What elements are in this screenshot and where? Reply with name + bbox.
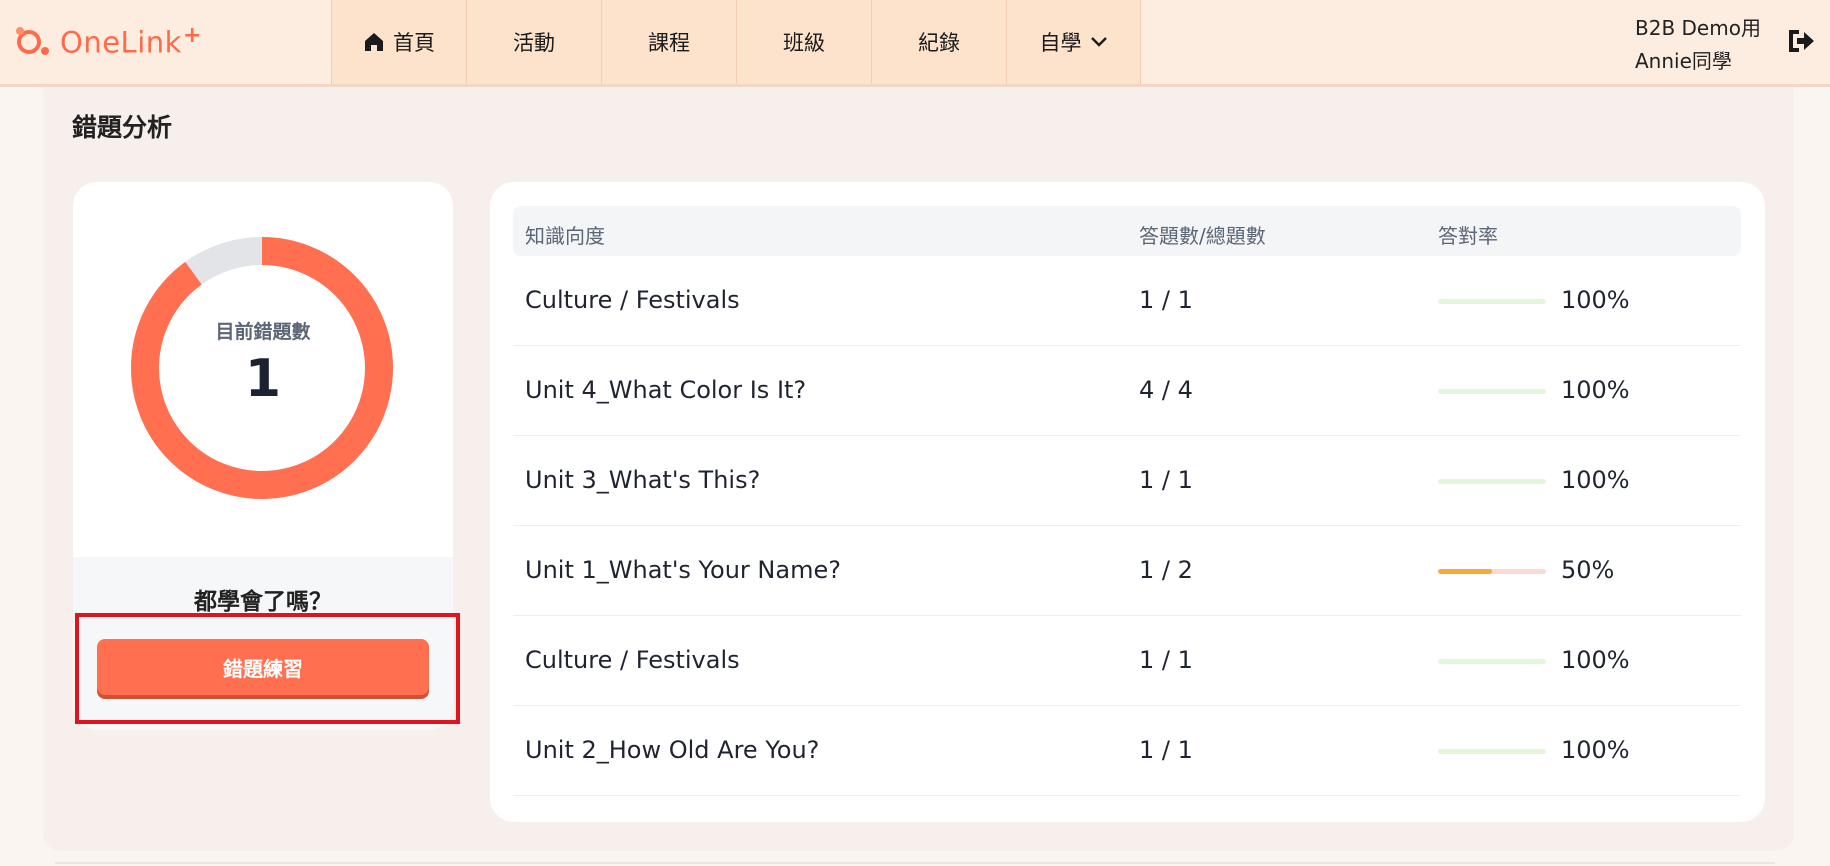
user-info[interactable]: B2B Demo用 Annie同學: [1635, 12, 1761, 78]
page-bottom-divider: [55, 862, 1775, 864]
nav-item-self-study[interactable]: 自學: [1006, 0, 1141, 84]
chevron-down-icon: [1090, 37, 1107, 47]
row-rate: 100%: [1561, 286, 1630, 314]
onelink-logo[interactable]: OneLink+: [12, 22, 202, 60]
row-rate: 100%: [1561, 646, 1630, 674]
header-rate: 答對率: [1438, 224, 1498, 248]
row-rate: 100%: [1561, 466, 1630, 494]
row-topic: Culture / Festivals: [525, 286, 740, 314]
top-navigation-bar: OneLink+ 首頁 活動 課程 班級 紀錄 自學 B2B Demo用 Ann…: [0, 0, 1830, 87]
user-org: B2B Demo用: [1635, 16, 1761, 40]
table-row[interactable]: Culture / Festivals 1 / 1 100%: [513, 616, 1741, 706]
row-topic: Unit 1_What's Your Name?: [525, 556, 841, 584]
topic-analysis-table: 知識向度 答題數/總題數 答對率 Culture / Festivals 1 /…: [490, 182, 1765, 822]
row-count: 1 / 2: [1139, 556, 1193, 584]
nav-item-activities-label: 活動: [513, 31, 555, 55]
rate-bar-fill: [1438, 569, 1492, 574]
row-rate: 100%: [1561, 376, 1630, 404]
rate-bar: [1438, 389, 1546, 394]
nav-item-courses[interactable]: 課程: [601, 0, 736, 84]
nav-item-classes-label: 班級: [783, 31, 825, 55]
nav-item-home-label: 首頁: [393, 31, 435, 55]
row-topic: Culture / Festivals: [525, 646, 740, 674]
nav-item-records[interactable]: 紀錄: [871, 0, 1006, 84]
donut-label: 目前錯題數: [215, 321, 311, 343]
row-count: 4 / 4: [1139, 376, 1193, 404]
row-rate: 100%: [1561, 736, 1630, 764]
header-topic: 知識向度: [525, 224, 605, 248]
home-icon: [365, 33, 383, 51]
user-name: Annie同學: [1635, 49, 1732, 73]
row-topic: Unit 3_What's This?: [525, 466, 761, 494]
row-count: 1 / 1: [1139, 286, 1193, 314]
wrong-count-value: 1: [244, 349, 282, 409]
row-topic: Unit 4_What Color Is It?: [525, 376, 807, 404]
highlight-box: [75, 613, 460, 724]
main-nav: 首頁 活動 課程 班級 紀錄 自學: [331, 0, 1141, 84]
page-title: 錯題分析: [72, 113, 173, 142]
rate-bar: [1438, 749, 1546, 754]
table-row[interactable]: Culture / Festivals 1 / 1 100%: [513, 256, 1741, 346]
nav-item-classes[interactable]: 班級: [736, 0, 871, 84]
row-topic: Unit 2_How Old Are You?: [525, 736, 820, 764]
rate-bar: [1438, 659, 1546, 664]
onelink-logo-icon: [16, 27, 49, 55]
header-count: 答題數/總題數: [1139, 224, 1266, 248]
rate-bar: [1438, 569, 1546, 574]
nav-item-courses-label: 課程: [648, 31, 690, 55]
review-prompt: 都學會了嗎？: [194, 589, 332, 615]
row-count: 1 / 1: [1139, 736, 1193, 764]
table-header: 知識向度 答題數/總題數 答對率: [513, 206, 1741, 256]
row-count: 1 / 1: [1139, 646, 1193, 674]
logout-icon[interactable]: [1786, 26, 1816, 56]
table-row[interactable]: Unit 1_What's Your Name? 1 / 2 50%: [513, 526, 1741, 616]
nav-item-records-label: 紀錄: [918, 31, 960, 55]
rate-bar: [1438, 299, 1546, 304]
nav-item-self-study-label: 自學: [1039, 31, 1082, 55]
nav-item-home[interactable]: 首頁: [331, 0, 466, 84]
rate-bar: [1438, 479, 1546, 484]
nav-item-activities[interactable]: 活動: [466, 0, 601, 84]
table-row[interactable]: Unit 4_What Color Is It? 4 / 4 100%: [513, 346, 1741, 436]
row-rate: 50%: [1561, 556, 1615, 584]
logo-text: OneLink+: [60, 22, 202, 60]
table-row[interactable]: Unit 3_What's This? 1 / 1 100%: [513, 436, 1741, 526]
table-row[interactable]: Unit 2_How Old Are You? 1 / 1 100%: [513, 706, 1741, 796]
row-count: 1 / 1: [1139, 466, 1193, 494]
